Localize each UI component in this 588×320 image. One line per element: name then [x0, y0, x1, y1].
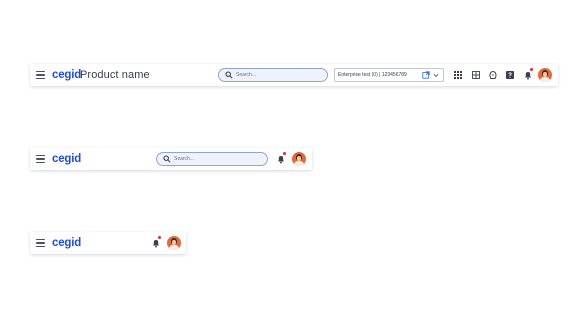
search-input[interactable] [174, 154, 258, 164]
context-label: Enterprise test (0) | 123456789 [338, 72, 407, 78]
grid-icon[interactable] [470, 69, 482, 81]
search-input[interactable] [236, 70, 318, 80]
menu-icon[interactable] [36, 239, 45, 247]
search-icon [163, 155, 171, 163]
cegid-logo[interactable]: cegid [52, 235, 81, 251]
context-selector[interactable]: Enterprise test (0) | 123456789 [334, 68, 444, 82]
header-bar-medium: cegid [30, 148, 312, 170]
lightbulb-icon[interactable] [487, 69, 499, 81]
notification-badge [530, 68, 533, 71]
avatar[interactable] [292, 152, 306, 166]
notification-badge [158, 236, 161, 239]
menu-icon[interactable] [36, 71, 45, 79]
external-link-icon[interactable] [422, 71, 430, 79]
product-name: Product name [80, 69, 150, 81]
search-icon [225, 71, 233, 79]
header-bar-compact: cegid [30, 232, 186, 254]
avatar[interactable] [538, 68, 552, 82]
search-field[interactable] [218, 68, 328, 82]
help-icon[interactable] [504, 69, 516, 81]
avatar[interactable] [167, 236, 181, 250]
apps-grid-icon[interactable] [452, 69, 464, 81]
header-bar-full: cegid Product name Enterprise test (0) |… [30, 64, 558, 86]
cegid-logo[interactable]: cegid [52, 151, 81, 167]
notification-badge [283, 152, 286, 155]
menu-icon[interactable] [36, 155, 45, 163]
cegid-logo[interactable]: cegid [52, 67, 81, 83]
chevron-down-icon[interactable] [433, 73, 439, 78]
search-field[interactable] [156, 152, 268, 166]
